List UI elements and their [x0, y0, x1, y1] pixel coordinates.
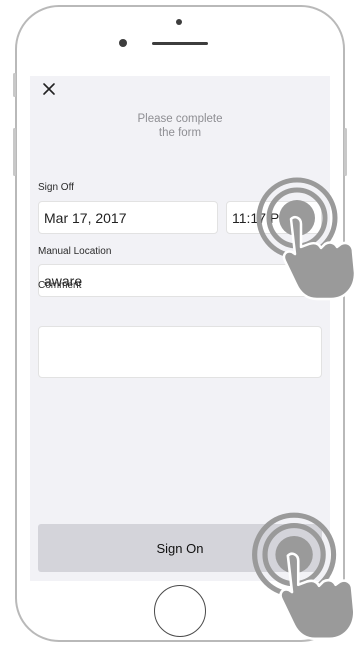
- camera: [119, 39, 127, 47]
- comment-label: Comment: [38, 280, 82, 291]
- tap-gesture-icon: [252, 512, 356, 641]
- manual-location-label: Manual Location: [38, 246, 112, 257]
- tap-gesture-icon: [256, 177, 357, 301]
- phone-side-button: [344, 128, 347, 176]
- form-title: Please complete the form: [137, 113, 223, 139]
- form-screen: Please complete the form Sign Off Mar 17…: [30, 76, 330, 581]
- sign-off-date-field[interactable]: Mar 17, 2017: [38, 201, 218, 234]
- phone-side-button: [13, 128, 16, 176]
- speaker: [152, 42, 208, 45]
- comment-field[interactable]: [38, 326, 322, 378]
- home-button[interactable]: [154, 585, 206, 637]
- front-sensor: [176, 19, 182, 25]
- phone-side-button: [13, 73, 16, 97]
- sign-off-label: Sign Off: [38, 182, 74, 193]
- close-icon[interactable]: [39, 79, 59, 99]
